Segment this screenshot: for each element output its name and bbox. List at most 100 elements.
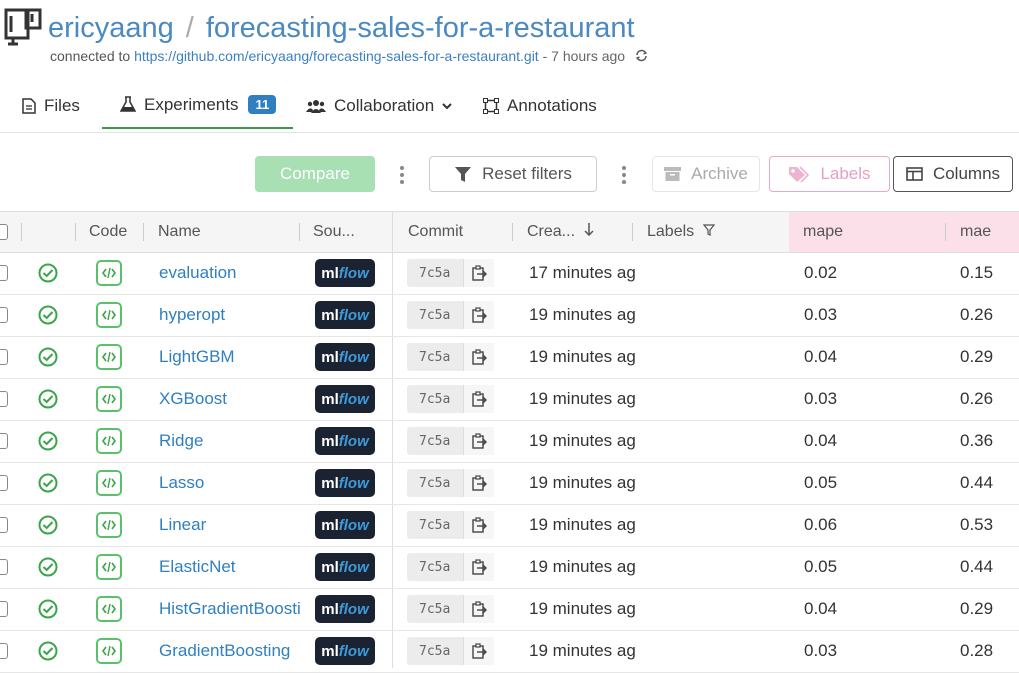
source-badge: ml flow	[315, 504, 375, 546]
table-row[interactable]: hyperopt ml flow 7c5a 19 minutes ag 0.03 0.26	[0, 294, 1019, 337]
row-checkbox[interactable]	[0, 517, 8, 533]
view-code-button[interactable]	[96, 462, 122, 504]
view-code-button[interactable]	[96, 294, 122, 336]
header-code[interactable]: Code	[89, 212, 127, 252]
copy-icon[interactable]	[463, 511, 494, 539]
copy-icon[interactable]	[463, 301, 494, 329]
row-checkbox[interactable]	[0, 307, 8, 323]
code-icon	[96, 260, 122, 286]
git-remote-link[interactable]: https://github.com/ericyaang/forecasting…	[134, 48, 539, 64]
row-checkbox[interactable]	[0, 433, 8, 449]
tab-annotations[interactable]: Annotations	[483, 82, 597, 130]
repo-owner-link[interactable]: ericyaang	[48, 12, 174, 44]
view-code-button[interactable]	[96, 378, 122, 420]
header-mae[interactable]: mae	[960, 212, 991, 252]
experiment-name-link[interactable]: GradientBoosting	[159, 630, 290, 672]
labels-button[interactable]: Labels	[769, 156, 890, 192]
experiment-name-link[interactable]: LightGBM	[159, 336, 235, 378]
table-row[interactable]: HistGradientBoosti ml flow 7c5a 19 minutes a…	[0, 588, 1019, 631]
commit-hash[interactable]: 7c5a	[407, 266, 463, 281]
table-row[interactable]: Linear ml flow 7c5a 19 minutes ag 0.06 0.53	[0, 504, 1019, 547]
tab-collaboration[interactable]: Collaboration	[306, 82, 452, 130]
table-row[interactable]: XGBoost ml flow 7c5a 19 minutes ag 0.03 0.26	[0, 378, 1019, 421]
mae-value: 0.36	[960, 431, 994, 450]
header-labels[interactable]: Labels	[647, 212, 694, 252]
more-options-icon[interactable]	[400, 166, 404, 187]
repo-name-link[interactable]: forecasting-sales-for-a-restaurant	[206, 12, 635, 44]
reset-filters-button[interactable]: Reset filters	[429, 156, 597, 192]
row-checkbox[interactable]	[0, 643, 8, 659]
filter-icon	[455, 166, 472, 182]
tab-annotations-label: Annotations	[507, 96, 597, 115]
commit-hash[interactable]: 7c5a	[407, 602, 463, 617]
header-source[interactable]: Sou...	[313, 212, 355, 252]
status-success-icon	[38, 504, 58, 546]
copy-icon[interactable]	[463, 385, 494, 413]
header-commit[interactable]: Commit	[408, 212, 463, 252]
view-code-button[interactable]	[96, 336, 122, 378]
columns-button[interactable]: Columns	[893, 156, 1013, 192]
header-name[interactable]: Name	[158, 212, 201, 252]
refresh-icon[interactable]	[635, 49, 648, 65]
copy-icon[interactable]	[463, 637, 494, 665]
commit-hash[interactable]: 7c5a	[407, 308, 463, 323]
labels-filter-icon[interactable]	[702, 212, 716, 252]
table-row[interactable]: ElasticNet ml flow 7c5a 19 minutes ag 0.05 0.4…	[0, 546, 1019, 589]
commit-hash[interactable]: 7c5a	[407, 392, 463, 407]
commit-hash[interactable]: 7c5a	[407, 560, 463, 575]
tab-experiments[interactable]: Experiments 11	[102, 82, 293, 129]
view-code-button[interactable]	[96, 420, 122, 462]
mape-value: 0.05	[804, 557, 838, 576]
compare-button[interactable]: Compare	[255, 156, 375, 192]
commit-hash[interactable]: 7c5a	[407, 476, 463, 491]
row-checkbox[interactable]	[0, 349, 8, 365]
archive-button[interactable]: Archive	[652, 156, 760, 192]
code-icon	[96, 470, 122, 496]
commit-hash[interactable]: 7c5a	[407, 518, 463, 533]
row-checkbox[interactable]	[0, 559, 8, 575]
tab-files[interactable]: Files	[22, 82, 80, 130]
copy-icon[interactable]	[463, 259, 494, 287]
copy-icon[interactable]	[463, 553, 494, 581]
copy-icon[interactable]	[463, 427, 494, 455]
mae-value: 0.53	[960, 515, 994, 534]
view-code-button[interactable]	[96, 504, 122, 546]
experiment-name-link[interactable]: hyperopt	[159, 294, 225, 336]
header-mape[interactable]: mape	[803, 212, 843, 252]
code-icon	[96, 554, 122, 580]
row-checkbox[interactable]	[0, 475, 8, 491]
sort-descending-icon[interactable]	[584, 212, 594, 252]
experiment-name-link[interactable]: HistGradientBoosti	[159, 588, 301, 630]
copy-icon[interactable]	[463, 595, 494, 623]
experiment-name-link[interactable]: evaluation	[159, 252, 237, 294]
experiment-name-link[interactable]: Linear	[159, 504, 206, 546]
header-created[interactable]: Crea...	[527, 212, 575, 252]
view-code-button[interactable]	[96, 252, 122, 294]
view-code-button[interactable]	[96, 630, 122, 672]
experiment-name-link[interactable]: Ridge	[159, 420, 203, 462]
copy-icon[interactable]	[463, 469, 494, 497]
row-checkbox[interactable]	[0, 265, 8, 281]
mlflow-logo: ml flow	[315, 301, 375, 329]
mape-value: 0.02	[804, 263, 838, 282]
experiment-name-link[interactable]: ElasticNet	[159, 546, 236, 588]
commit-hash[interactable]: 7c5a	[407, 434, 463, 449]
row-checkbox[interactable]	[0, 601, 8, 617]
copy-icon[interactable]	[463, 343, 494, 371]
view-code-button[interactable]	[96, 588, 122, 630]
table-row[interactable]: GradientBoosting ml flow 7c5a 19 minutes ag 0…	[0, 630, 1019, 673]
table-row[interactable]: evaluation ml flow 7c5a 17 minutes ag 0.02 0.1…	[0, 252, 1019, 295]
view-code-button[interactable]	[96, 546, 122, 588]
table-row[interactable]: LightGBM ml flow 7c5a 19 minutes ag 0.04 0.29	[0, 336, 1019, 379]
table-row[interactable]: Lasso ml flow 7c5a 19 minutes ag 0.05 0.44	[0, 462, 1019, 505]
tab-collaboration-label: Collaboration	[334, 96, 435, 115]
row-checkbox[interactable]	[0, 391, 8, 407]
table-row[interactable]: Ridge ml flow 7c5a 19 minutes ag 0.04 0.36	[0, 420, 1019, 463]
commit-hash[interactable]: 7c5a	[407, 644, 463, 659]
mlflow-logo: ml flow	[315, 385, 375, 413]
select-all-checkbox[interactable]	[0, 224, 8, 240]
more-options-icon-2[interactable]	[622, 166, 626, 187]
experiment-name-link[interactable]: XGBoost	[159, 378, 227, 420]
experiment-name-link[interactable]: Lasso	[159, 462, 204, 504]
commit-hash[interactable]: 7c5a	[407, 350, 463, 365]
